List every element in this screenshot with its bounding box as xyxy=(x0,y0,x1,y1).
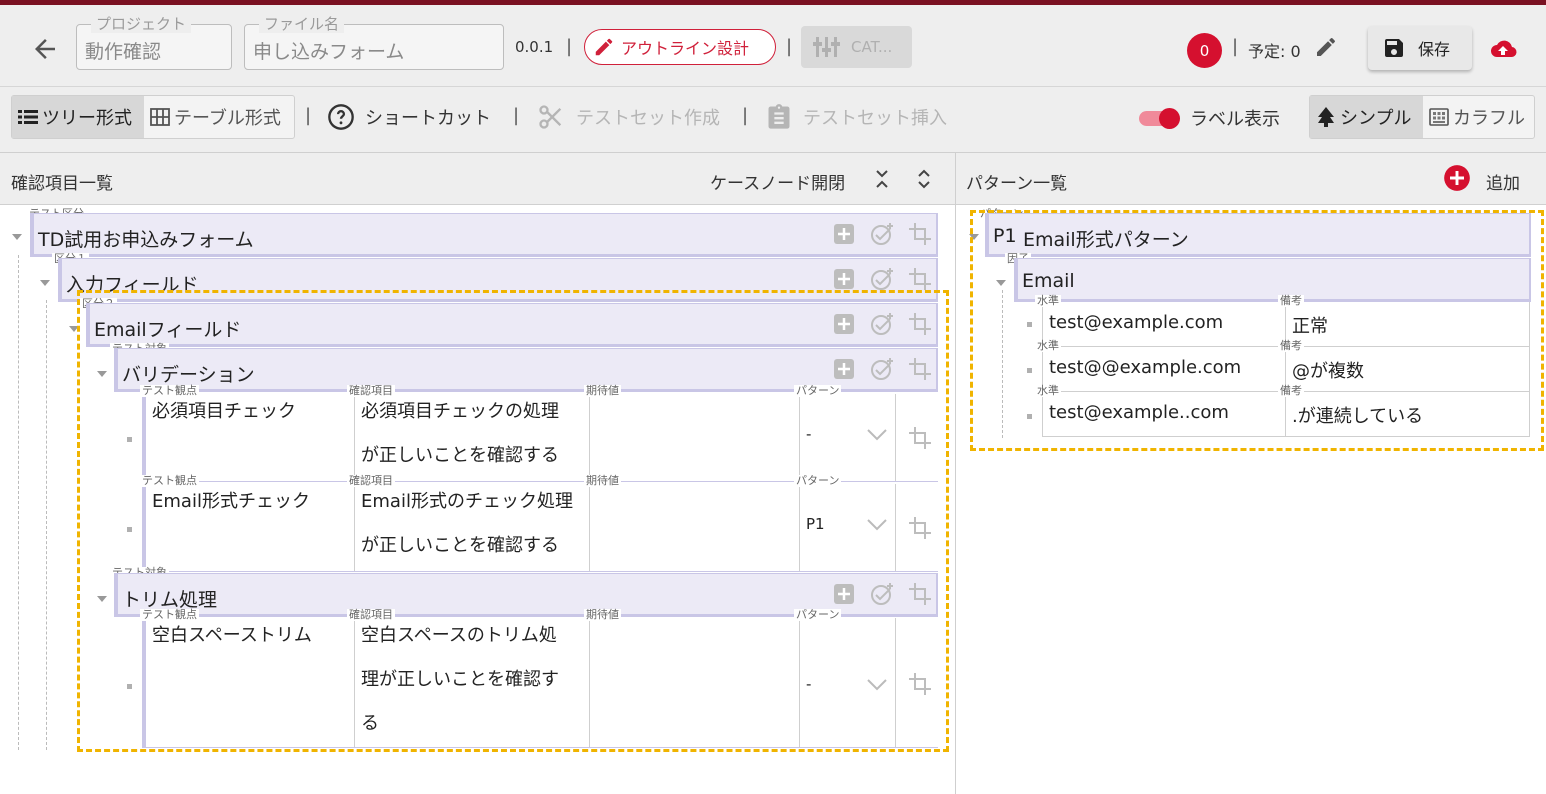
expand-all-icon[interactable] xyxy=(914,167,934,191)
table-icon xyxy=(150,108,170,126)
toolbar-separator: | xyxy=(305,105,312,126)
node-title: TD試用お申込みフォーム xyxy=(38,229,254,251)
project-legend: プロジェクト xyxy=(91,15,192,33)
crop-icon[interactable] xyxy=(908,267,932,291)
tree-view-button[interactable]: ツリー形式 xyxy=(12,96,144,138)
outline-design-button[interactable]: アウトライン設計 xyxy=(584,29,776,65)
tree-guide-line xyxy=(18,255,19,750)
notification-badge[interactable]: 0 xyxy=(1187,33,1222,68)
right-panel-title: パターン一覧 xyxy=(966,174,1068,194)
project-field[interactable]: プロジェクト 動作確認 xyxy=(76,15,232,70)
testset-insert-button[interactable]: テストセット挿入 xyxy=(765,103,947,131)
file-legend: ファイル名 xyxy=(259,15,345,33)
testset-create-button[interactable]: テストセット作成 xyxy=(536,103,720,131)
highlight-box-left xyxy=(77,290,949,752)
toolbar-separator: | xyxy=(742,105,749,126)
equalizer-icon xyxy=(813,37,840,57)
check-add-icon[interactable] xyxy=(870,267,894,291)
file-name-field[interactable]: ファイル名 申し込みフォーム xyxy=(244,15,504,70)
testset-insert-label: テストセット挿入 xyxy=(803,108,947,129)
view-mode-toggle: ツリー形式 テーブル形式 xyxy=(11,95,295,139)
tree-node-root[interactable]: TD試用お申込みフォーム xyxy=(30,213,938,257)
panel-divider xyxy=(955,153,956,794)
colorful-style-button[interactable]: カラフル xyxy=(1423,96,1534,138)
header-separator: | xyxy=(786,36,793,57)
app-header: プロジェクト 動作確認 ファイル名 申し込みフォーム 0.0.1 | アウトライ… xyxy=(0,5,1546,87)
label-display-label: ラベル表示 xyxy=(1190,109,1280,130)
floppy-disk-icon xyxy=(1385,39,1403,57)
view-toolbar: ツリー形式 テーブル形式 | ショートカット | テストセット作成 | テストセ… xyxy=(0,87,1546,153)
simple-style-label: シンプル xyxy=(1340,108,1412,129)
cat-button[interactable]: CAT... xyxy=(801,26,912,68)
list-icon xyxy=(18,110,38,124)
left-panel-title: 確認項目一覧 xyxy=(11,174,113,194)
switch-knob xyxy=(1159,108,1180,129)
right-panel-header: パターン一覧 追加 xyxy=(956,153,1546,205)
testset-create-label: テストセット作成 xyxy=(576,108,720,129)
add-box-icon[interactable] xyxy=(832,267,856,291)
case-node-toggle-label: ケースノード開閉 xyxy=(710,174,846,194)
cat-label: CAT... xyxy=(851,38,893,56)
left-panel-header: 確認項目一覧 ケースノード開閉 xyxy=(0,153,955,205)
palette-grid-icon xyxy=(1429,108,1449,126)
project-value: 動作確認 xyxy=(85,41,162,63)
file-value: 申し込みフォーム xyxy=(253,41,405,63)
crop-icon[interactable] xyxy=(908,222,932,246)
collapse-all-icon[interactable] xyxy=(872,167,892,191)
save-label: 保存 xyxy=(1418,40,1451,59)
header-separator: | xyxy=(566,36,573,57)
outline-design-label: アウトライン設計 xyxy=(621,39,750,58)
style-mode-toggle: シンプル カラフル xyxy=(1309,95,1535,139)
cloud-upload-icon[interactable] xyxy=(1488,37,1518,61)
plan-count-label: 予定: 0 xyxy=(1248,42,1301,61)
simple-style-button[interactable]: シンプル xyxy=(1310,96,1423,138)
shortcut-button[interactable]: ショートカット xyxy=(327,103,491,131)
node-actions xyxy=(832,267,932,291)
toolbar-separator: | xyxy=(513,105,520,126)
table-view-button[interactable]: テーブル形式 xyxy=(144,96,294,138)
add-pattern-label[interactable]: 追加 xyxy=(1486,169,1520,194)
node-actions xyxy=(832,222,932,246)
pencil-icon xyxy=(595,38,613,56)
back-arrow-icon[interactable] xyxy=(30,34,60,64)
label-display-switch[interactable] xyxy=(1137,108,1183,129)
add-circle-icon[interactable] xyxy=(1443,164,1471,192)
clipboard-icon xyxy=(768,104,790,129)
header-separator: | xyxy=(1232,36,1239,57)
save-button[interactable]: 保存 xyxy=(1368,26,1472,70)
version-label: 0.0.1 xyxy=(515,38,554,56)
add-box-icon[interactable] xyxy=(832,222,856,246)
colorful-style-label: カラフル xyxy=(1452,108,1525,129)
collapse-caret-icon[interactable] xyxy=(12,234,22,240)
shortcut-label: ショートカット xyxy=(365,108,491,129)
tree-view-label: ツリー形式 xyxy=(42,108,132,129)
check-add-icon[interactable] xyxy=(870,222,894,246)
highlight-box-right xyxy=(970,210,1544,451)
help-circle-icon xyxy=(328,104,354,130)
edit-icon[interactable] xyxy=(1314,35,1338,59)
tree-icon xyxy=(1318,107,1334,127)
scissors-icon xyxy=(539,105,562,129)
table-view-label: テーブル形式 xyxy=(174,108,281,129)
collapse-caret-icon[interactable] xyxy=(40,280,50,286)
tree-guide-line xyxy=(46,300,47,750)
